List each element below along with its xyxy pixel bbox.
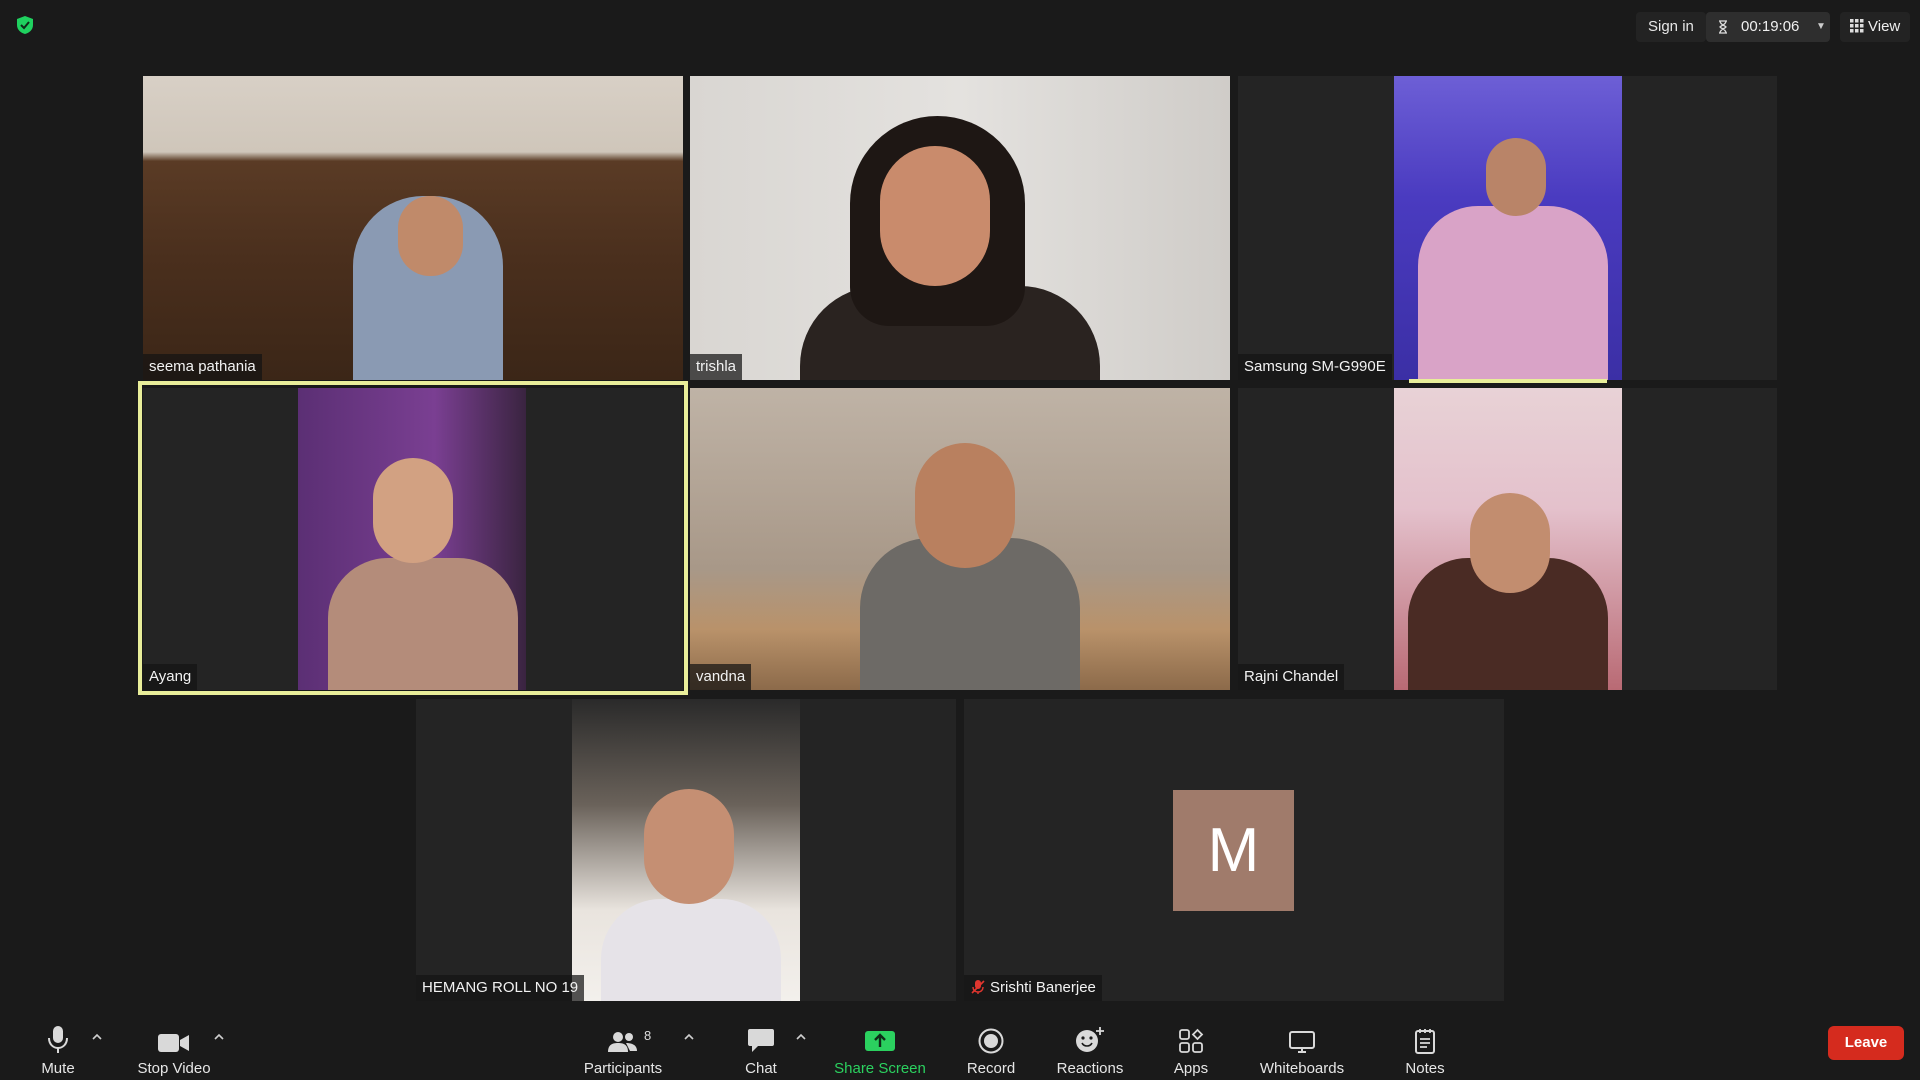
participant-video-figure bbox=[601, 899, 781, 1001]
mute-button[interactable]: Mute bbox=[28, 1022, 88, 1078]
participant-video-figure bbox=[328, 558, 518, 690]
participant-video-face bbox=[915, 443, 1015, 568]
sign-in-button[interactable]: Sign in bbox=[1636, 12, 1706, 42]
chevron-up-icon[interactable] bbox=[794, 1030, 808, 1044]
participants-button[interactable]: Participants bbox=[578, 1022, 668, 1078]
security-shield-icon[interactable] bbox=[14, 14, 36, 36]
reactions-button[interactable]: Reactions bbox=[1052, 1022, 1128, 1078]
participant-avatar: M bbox=[1173, 790, 1294, 911]
video-tile[interactable]: Ayang bbox=[143, 388, 683, 690]
smiley-add-icon bbox=[1076, 1027, 1104, 1052]
video-tile[interactable]: vandna bbox=[690, 388, 1230, 690]
apps-icon bbox=[1179, 1028, 1204, 1053]
video-tile[interactable]: seema pathania bbox=[143, 76, 683, 380]
whiteboards-button[interactable]: Whiteboards bbox=[1256, 1022, 1348, 1078]
talking-indicator bbox=[1409, 379, 1607, 383]
view-label: View bbox=[1868, 18, 1901, 35]
participant-name: Samsung SM-G990E bbox=[1238, 354, 1392, 380]
participant-video-face bbox=[1486, 138, 1546, 216]
chevron-up-icon[interactable] bbox=[90, 1030, 104, 1044]
notes-button[interactable]: Notes bbox=[1398, 1022, 1452, 1078]
meeting-timer[interactable]: 00:19:06 ▼ bbox=[1706, 12, 1830, 42]
participant-video-face bbox=[644, 789, 734, 904]
grid-icon bbox=[1850, 19, 1864, 33]
notes-icon bbox=[1415, 1029, 1435, 1054]
participant-video-face bbox=[880, 146, 990, 286]
video-camera-icon bbox=[158, 1034, 189, 1052]
record-button[interactable]: Record bbox=[960, 1022, 1022, 1078]
top-bar: Sign in 00:19:06 ▼ View bbox=[0, 0, 1920, 52]
chat-button[interactable]: Chat bbox=[736, 1022, 786, 1078]
participants-label: Participants bbox=[583, 1060, 663, 1077]
video-tile[interactable]: Samsung SM-G990E bbox=[1238, 76, 1777, 380]
chat-bubble-icon bbox=[748, 1029, 774, 1052]
mute-label: Mute bbox=[41, 1060, 75, 1077]
reactions-label: Reactions bbox=[1056, 1060, 1124, 1077]
view-button[interactable]: View bbox=[1840, 12, 1911, 42]
participant-name: trishla bbox=[690, 354, 743, 380]
whiteboard-icon bbox=[1289, 1031, 1315, 1053]
participant-video-face bbox=[1470, 493, 1550, 593]
record-label: Record bbox=[966, 1060, 1016, 1077]
hourglass-icon bbox=[1719, 20, 1727, 34]
participant-video-figure bbox=[1418, 206, 1608, 380]
participant-video-face bbox=[398, 196, 463, 276]
chevron-down-icon[interactable]: ▼ bbox=[1816, 12, 1826, 42]
participant-name: Srishti Banerjee bbox=[990, 979, 1096, 996]
share-screen-button[interactable]: Share Screen bbox=[832, 1022, 928, 1078]
chevron-up-icon[interactable] bbox=[212, 1030, 226, 1044]
participant-count: 8 bbox=[644, 1028, 652, 1043]
video-tile[interactable]: Rajni Chandel bbox=[1238, 388, 1777, 690]
participant-name: vandna bbox=[690, 664, 752, 690]
apps-button[interactable]: Apps bbox=[1164, 1022, 1218, 1078]
whiteboards-label: Whiteboards bbox=[1259, 1060, 1345, 1077]
leave-button[interactable]: Leave bbox=[1828, 1026, 1904, 1060]
meeting-toolbar: Mute Stop Video Participants 8 Chat Shar… bbox=[0, 1010, 1920, 1080]
notes-label: Notes bbox=[1405, 1060, 1445, 1077]
stop-video-label: Stop Video bbox=[137, 1060, 211, 1077]
video-tile[interactable]: trishla bbox=[690, 76, 1230, 380]
chat-label: Chat bbox=[745, 1060, 777, 1077]
participants-icon bbox=[608, 1032, 637, 1052]
participant-name: Rajni Chandel bbox=[1238, 664, 1345, 690]
share-screen-label: Share Screen bbox=[834, 1060, 926, 1077]
mic-muted-icon bbox=[971, 980, 985, 994]
participant-name-tag: Srishti Banerjee bbox=[964, 975, 1102, 1001]
stop-video-button[interactable]: Stop Video bbox=[130, 1022, 218, 1078]
microphone-icon bbox=[48, 1026, 68, 1053]
video-tile[interactable]: HEMANG ROLL NO 19 bbox=[416, 699, 956, 1001]
share-screen-icon bbox=[865, 1031, 895, 1051]
chevron-up-icon[interactable] bbox=[682, 1030, 696, 1044]
apps-label: Apps bbox=[1173, 1060, 1209, 1077]
participant-video-face bbox=[373, 458, 453, 563]
participant-name: Ayang bbox=[143, 664, 198, 690]
participant-name: seema pathania bbox=[143, 354, 262, 380]
record-icon bbox=[978, 1028, 1004, 1054]
participant-name: HEMANG ROLL NO 19 bbox=[416, 975, 585, 1001]
timer-value: 00:19:06 bbox=[1741, 18, 1800, 35]
